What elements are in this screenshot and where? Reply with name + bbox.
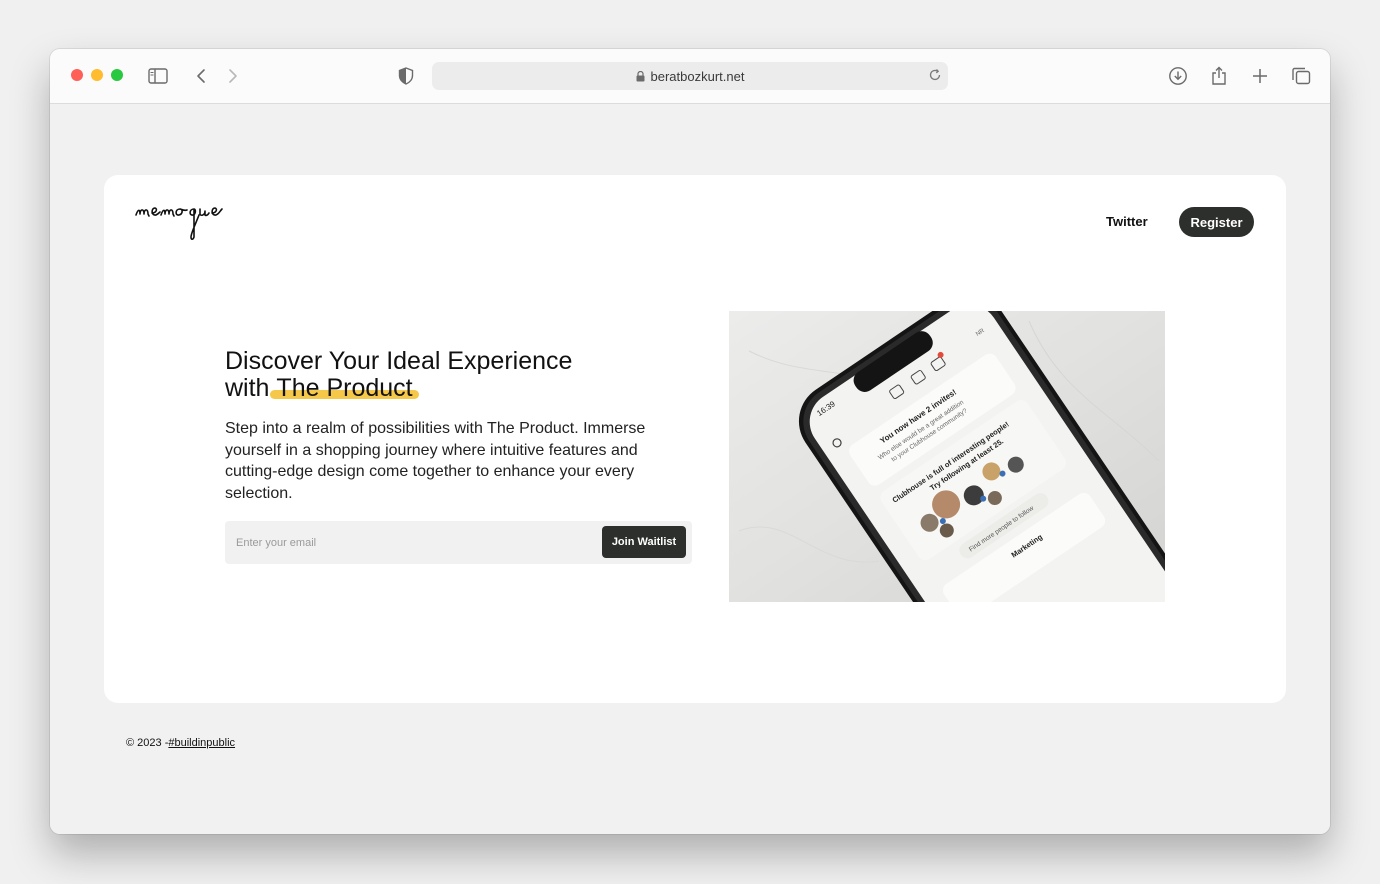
hero-title-highlight: The Product [270, 374, 419, 402]
logo[interactable] [134, 197, 258, 246]
back-icon[interactable] [188, 63, 214, 89]
downloads-icon[interactable] [1165, 63, 1191, 89]
url-text: beratbozkurt.net [650, 68, 745, 84]
browser-toolbar: beratbozkurt.net [50, 49, 1330, 104]
hero-phone-image: 16:39 NR You now have 2 invites! Who els… [729, 311, 1165, 602]
join-waitlist-button[interactable]: Join Waitlist [602, 526, 686, 558]
hero-card: Twitter Register Discover Your Ideal Exp… [104, 175, 1286, 703]
browser-window: beratbozkurt.net Twitter Register Discov… [50, 49, 1330, 834]
reload-icon[interactable] [928, 68, 942, 85]
share-icon[interactable] [1206, 63, 1232, 89]
tab-overview-icon[interactable] [1288, 63, 1314, 89]
address-bar[interactable]: beratbozkurt.net [432, 62, 948, 90]
hero-title-with: with [225, 374, 270, 402]
new-tab-icon[interactable] [1247, 63, 1273, 89]
privacy-shield-icon[interactable] [393, 63, 419, 89]
hero-description: Step into a realm of possibilities with … [225, 420, 646, 502]
footer: © 2023 -#buildinpublic [126, 737, 235, 749]
close-window-button[interactable] [71, 69, 83, 81]
lock-icon [636, 70, 645, 82]
zoom-window-button[interactable] [111, 69, 123, 81]
footer-copyright: © 2023 - [126, 737, 169, 749]
waitlist-form: Join Waitlist [225, 521, 692, 564]
register-button[interactable]: Register [1179, 207, 1254, 237]
hero-title-line1: Discover Your Ideal Experience [225, 347, 573, 375]
nav-twitter-link[interactable]: Twitter [1106, 214, 1148, 229]
footer-buildinpublic-link[interactable]: #buildinpublic [168, 737, 235, 749]
minimize-window-button[interactable] [91, 69, 103, 81]
page-content: Twitter Register Discover Your Ideal Exp… [50, 104, 1330, 834]
hero-title-highlight-text: The Product [276, 374, 413, 402]
hero-title: Discover Your Ideal Experience with The … [225, 348, 695, 402]
email-input[interactable] [225, 521, 595, 564]
sidebar-toggle-icon[interactable] [145, 63, 171, 89]
logo-wordmark-icon [135, 207, 223, 241]
forward-icon[interactable] [220, 63, 246, 89]
